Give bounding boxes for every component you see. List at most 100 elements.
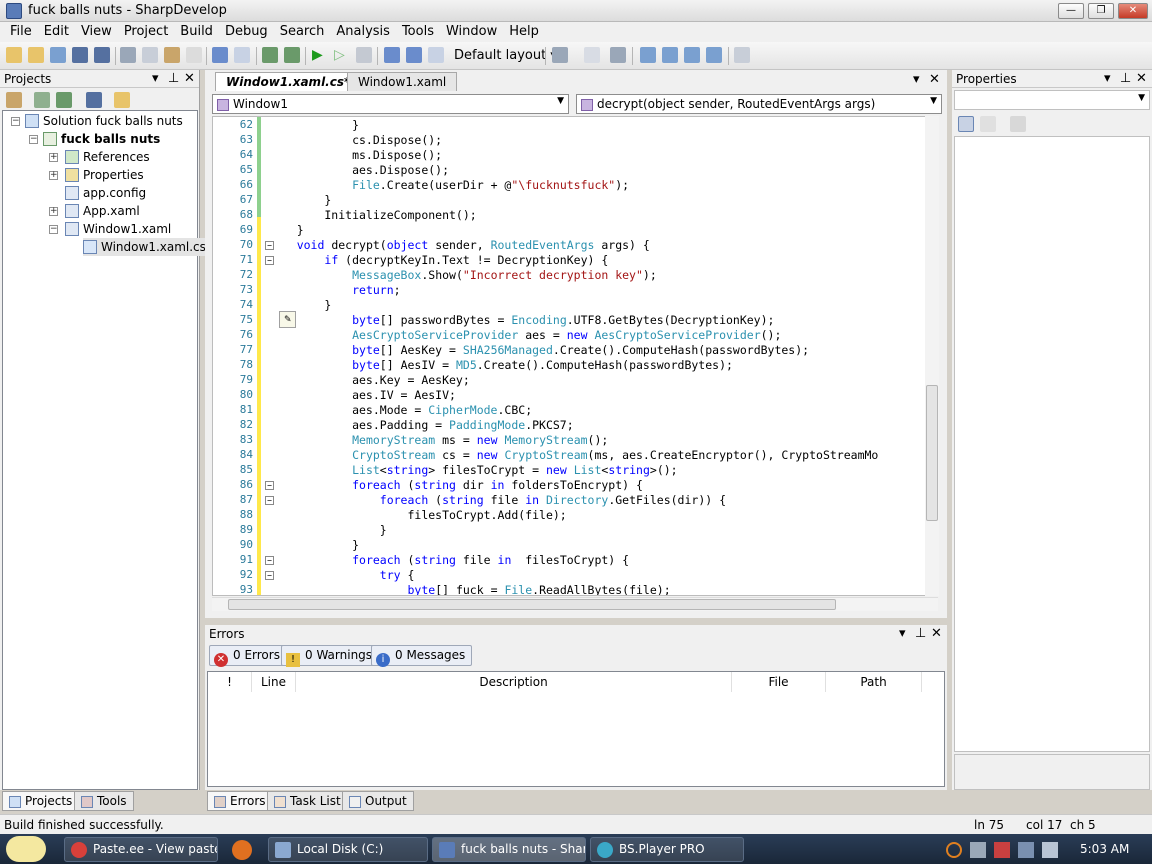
tab-output[interactable]: Output: [342, 791, 414, 811]
copy-icon[interactable]: [142, 47, 158, 63]
menu-build[interactable]: Build: [174, 22, 219, 42]
tree-appconfig[interactable]: app.config: [65, 184, 146, 202]
undo-icon[interactable]: [212, 47, 228, 63]
close-icon[interactable]: ✕: [184, 71, 195, 86]
tree-project[interactable]: fuck balls nuts: [43, 130, 160, 148]
save-all-icon[interactable]: [94, 47, 110, 63]
show-all-icon[interactable]: [86, 92, 102, 108]
maximize-button[interactable]: ❐: [1088, 3, 1114, 19]
messages-filter-button[interactable]: i0 Messages: [371, 645, 473, 667]
find-icon[interactable]: [734, 47, 750, 63]
expand-icon[interactable]: +: [49, 153, 58, 162]
step-out-icon[interactable]: [428, 47, 444, 63]
tab-tasklist[interactable]: Task List: [267, 791, 348, 811]
menu-help[interactable]: Help: [503, 22, 545, 42]
next-bookmark-icon[interactable]: [684, 47, 700, 63]
tree-properties[interactable]: Properties: [65, 166, 144, 184]
menu-window[interactable]: Window: [440, 22, 503, 42]
delete-icon[interactable]: [186, 47, 202, 63]
property-pages-icon[interactable]: [1010, 116, 1026, 132]
minimize-button[interactable]: —: [1058, 3, 1084, 19]
property-grid[interactable]: [954, 136, 1150, 752]
expand-icon[interactable]: +: [49, 171, 58, 180]
new-file-icon[interactable]: [6, 47, 22, 63]
open-folder-icon[interactable]: [114, 92, 130, 108]
comment-icon[interactable]: [584, 47, 600, 63]
col-file[interactable]: File: [732, 672, 826, 692]
collapse-icon[interactable]: −: [29, 135, 38, 144]
tab-window1-xaml[interactable]: Window1.xaml: [347, 72, 458, 91]
close-tab-icon[interactable]: ✕: [929, 72, 940, 87]
step-into-icon[interactable]: [406, 47, 422, 63]
dropdown-icon[interactable]: ▾: [1104, 71, 1111, 86]
collapse-icon[interactable]: −: [49, 225, 58, 234]
vertical-scrollbar[interactable]: [925, 116, 939, 596]
categorized-icon[interactable]: [958, 116, 974, 132]
menu-project[interactable]: Project: [118, 22, 174, 42]
warnings-filter-button[interactable]: ! 0 Warnings: [281, 645, 380, 667]
action-center-icon[interactable]: [970, 842, 986, 858]
open-icon[interactable]: [50, 47, 66, 63]
code-editor[interactable]: 62 } 63 cs.Dispose(); 64 ms.Dispose(); 65 a…: [212, 116, 938, 596]
horizontal-scroll-thumb[interactable]: [228, 599, 836, 610]
menu-tools[interactable]: Tools: [396, 22, 440, 42]
alphabetical-icon[interactable]: [980, 116, 996, 132]
col-description[interactable]: Description: [296, 672, 732, 692]
run-icon[interactable]: ▶: [312, 47, 328, 63]
tree-solution[interactable]: Solution fuck balls nuts: [25, 112, 183, 130]
new-project-icon[interactable]: [28, 47, 44, 63]
format-icon[interactable]: [552, 47, 568, 63]
col-severity[interactable]: !: [208, 672, 252, 692]
tree-appxaml[interactable]: App.xaml: [65, 202, 140, 220]
tab-projects[interactable]: Projects: [2, 791, 80, 811]
menu-analysis[interactable]: Analysis: [330, 22, 396, 42]
task-bsplayer[interactable]: BS.Player PRO: [590, 837, 744, 862]
close-icon[interactable]: ✕: [931, 626, 942, 641]
col-path[interactable]: Path: [826, 672, 922, 692]
step-over-icon[interactable]: [384, 47, 400, 63]
indent-icon[interactable]: [610, 47, 626, 63]
clear-bookmarks-icon[interactable]: [706, 47, 722, 63]
class-combo[interactable]: Window1 ▼: [212, 94, 569, 114]
expand-icon[interactable]: +: [49, 207, 58, 216]
close-icon[interactable]: ✕: [1136, 71, 1147, 86]
properties-icon[interactable]: [6, 92, 22, 108]
tab-tools[interactable]: Tools: [74, 791, 134, 811]
pencil-icon[interactable]: ✎: [279, 311, 296, 328]
pin-icon[interactable]: ⊥: [1120, 71, 1131, 86]
collapse-icon[interactable]: −: [11, 117, 20, 126]
dropdown-icon[interactable]: ▾: [913, 72, 920, 87]
cut-icon[interactable]: [120, 47, 136, 63]
menu-view[interactable]: View: [75, 22, 118, 42]
save-icon[interactable]: [72, 47, 88, 63]
member-combo[interactable]: decrypt(object sender, RoutedEventArgs a…: [576, 94, 942, 114]
tab-window1-xaml-cs[interactable]: Window1.xaml.cs*: [215, 72, 362, 91]
vertical-scroll-thumb[interactable]: [926, 385, 938, 521]
menu-search[interactable]: Search: [274, 22, 331, 42]
object-selector[interactable]: ▼: [954, 90, 1150, 110]
close-button[interactable]: ✕: [1118, 3, 1148, 19]
tab-errors[interactable]: Errors: [207, 791, 273, 811]
bookmark-icon[interactable]: [640, 47, 656, 63]
rebuild-icon[interactable]: [284, 47, 300, 63]
pin-icon[interactable]: ⊥: [915, 626, 926, 641]
stop-icon[interactable]: [356, 47, 372, 63]
network-icon[interactable]: [1018, 842, 1034, 858]
errors-filter-button[interactable]: ✕ 0 Errors: [209, 645, 287, 667]
paste-icon[interactable]: [164, 47, 180, 63]
collapse-all-icon[interactable]: [34, 92, 50, 108]
volume-icon[interactable]: [1042, 842, 1058, 858]
menu-file[interactable]: File: [4, 22, 38, 42]
prev-bookmark-icon[interactable]: [662, 47, 678, 63]
task-explorer[interactable]: Local Disk (C:): [268, 837, 428, 862]
refresh-icon[interactable]: [56, 92, 72, 108]
pin-icon[interactable]: ⊥: [168, 71, 179, 86]
dropdown-icon[interactable]: ▾: [152, 71, 159, 86]
menu-debug[interactable]: Debug: [219, 22, 274, 42]
tree-references[interactable]: References: [65, 148, 150, 166]
redo-icon[interactable]: [234, 47, 250, 63]
clock[interactable]: 5:03 AM: [1080, 842, 1129, 856]
col-line[interactable]: Line: [252, 672, 296, 692]
tree-windowcs[interactable]: Window1.xaml.cs: [83, 238, 208, 256]
firefox-icon[interactable]: [232, 840, 252, 860]
